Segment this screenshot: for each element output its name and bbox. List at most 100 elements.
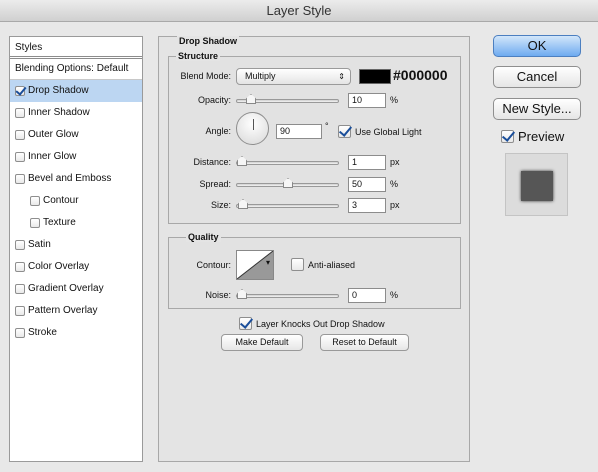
style-item-label: Gradient Overlay [28,283,104,294]
angle-input[interactable]: 90 [276,124,322,139]
style-checkbox-drop-shadow[interactable] [15,86,25,96]
structure-group: Structure Blend Mode: Multiply ⇕ #000000… [168,51,461,224]
knocks-out-label: Layer Knocks Out Drop Shadow [256,319,385,329]
contour-dropdown-arrow-icon[interactable]: ▾ [266,258,270,267]
distance-label: Distance: [193,157,231,167]
contour-label: Contour: [196,260,231,270]
spread-input[interactable]: 50 [348,177,386,192]
updown-arrows-icon: ⇕ [338,72,345,81]
blend-mode-label: Blend Mode: [180,71,231,81]
use-global-light-label: Use Global Light [355,127,422,137]
noise-label: Noise: [205,290,231,300]
style-item-outer-glow[interactable]: Outer Glow [10,124,142,146]
size-label: Size: [210,200,231,210]
styles-items: Blending Options: Default Drop Shadow Inne… [10,59,142,344]
knocks-out-checkbox[interactable] [239,317,252,330]
style-checkbox-stroke[interactable] [15,328,25,338]
preview-checkbox[interactable] [501,130,514,143]
angle-dial[interactable] [236,112,269,145]
style-checkbox-outer-glow[interactable] [15,130,25,140]
style-item-label: Stroke [28,327,57,338]
style-item-label: Inner Shadow [28,107,90,118]
distance-slider[interactable] [236,156,339,166]
style-checkbox-gradient-overlay[interactable] [15,284,25,294]
preview-label: Preview [518,129,565,144]
style-item-stroke[interactable]: Stroke [10,322,142,344]
style-item-texture[interactable]: Texture [10,212,142,234]
style-item-label: Drop Shadow [28,85,89,96]
spread-unit: % [390,179,399,189]
angle-label: Angle: [205,126,231,136]
style-item-contour[interactable]: Contour [10,190,142,212]
size-slider[interactable] [236,199,339,209]
styles-list: Styles Blending Options: Default Drop Sha… [9,36,143,462]
spread-slider-thumb[interactable] [283,178,293,188]
style-item-color-overlay[interactable]: Color Overlay [10,256,142,278]
size-slider-thumb[interactable] [238,199,248,209]
style-item-label: Outer Glow [28,129,79,140]
style-checkbox-bevel-and-emboss[interactable] [15,174,25,184]
spread-label: Spread: [199,179,231,189]
style-item-inner-shadow[interactable]: Inner Shadow [10,102,142,124]
style-item-inner-glow[interactable]: Inner Glow [10,146,142,168]
style-item-label: Texture [43,217,76,228]
style-item-gradient-overlay[interactable]: Gradient Overlay [10,278,142,300]
style-item-bevel-and-emboss[interactable]: Bevel and Emboss [10,168,142,190]
distance-unit: px [390,157,400,167]
opacity-unit: % [390,95,399,105]
size-unit: px [390,200,400,210]
reset-to-default-button[interactable]: Reset to Default [320,334,409,351]
opacity-label: Opacity: [197,95,231,105]
distance-input[interactable]: 1 [348,155,386,170]
style-checkbox-pattern-overlay[interactable] [15,306,25,316]
structure-title: Structure [176,51,221,61]
opacity-slider-thumb[interactable] [246,94,256,104]
blend-mode-value: Multiply [245,71,276,81]
style-checkbox-contour[interactable] [30,196,40,206]
style-item-blending-options-default[interactable]: Blending Options: Default [10,59,142,80]
drop-shadow-panel: Drop Shadow Structure Blend Mode: Multip… [158,36,470,462]
noise-unit: % [390,290,399,300]
angle-dial-needle [253,119,254,130]
shadow-color-swatch[interactable] [359,69,391,84]
drop-shadow-title: Drop Shadow [177,36,239,46]
style-item-label: Contour [43,195,79,206]
style-item-satin[interactable]: Satin [10,234,142,256]
opacity-input[interactable]: 10 [348,93,386,108]
style-item-label: Satin [28,239,51,250]
style-item-pattern-overlay[interactable]: Pattern Overlay [10,300,142,322]
preview-swatch [521,171,553,201]
style-item-label: Blending Options: Default [15,63,129,74]
noise-slider[interactable] [236,289,339,299]
anti-aliased-checkbox[interactable] [291,258,304,271]
noise-slider-thumb[interactable] [237,289,247,299]
style-item-drop-shadow[interactable]: Drop Shadow [10,80,142,102]
angle-unit: ° [325,121,329,131]
use-global-light-checkbox[interactable] [338,125,351,138]
style-item-label: Color Overlay [28,261,90,272]
blend-mode-select[interactable]: Multiply ⇕ [236,68,351,85]
styles-header[interactable]: Styles [10,37,142,59]
style-item-label: Inner Glow [28,151,77,162]
window-title: Layer Style [0,0,598,22]
noise-input[interactable]: 0 [348,288,386,303]
cancel-button[interactable]: Cancel [493,66,581,88]
anti-aliased-label: Anti-aliased [308,260,356,270]
style-checkbox-color-overlay[interactable] [15,262,25,272]
style-checkbox-satin[interactable] [15,240,25,250]
quality-group: Quality Contour: ▾ Anti-aliased Noise: 0… [168,232,461,309]
quality-title: Quality [186,232,221,242]
shadow-color-hex: #000000 [393,67,448,83]
dialog-content: Styles Blending Options: Default Drop Sha… [0,22,598,472]
new-style-button[interactable]: New Style... [493,98,581,120]
ok-button[interactable]: OK [493,35,581,57]
opacity-slider[interactable] [236,94,339,104]
make-default-button[interactable]: Make Default [221,334,303,351]
style-checkbox-inner-glow[interactable] [15,152,25,162]
style-checkbox-inner-shadow[interactable] [15,108,25,118]
distance-slider-thumb[interactable] [237,156,247,166]
spread-slider[interactable] [236,178,339,188]
size-input[interactable]: 3 [348,198,386,213]
style-checkbox-texture[interactable] [30,218,40,228]
style-item-label: Pattern Overlay [28,305,98,316]
